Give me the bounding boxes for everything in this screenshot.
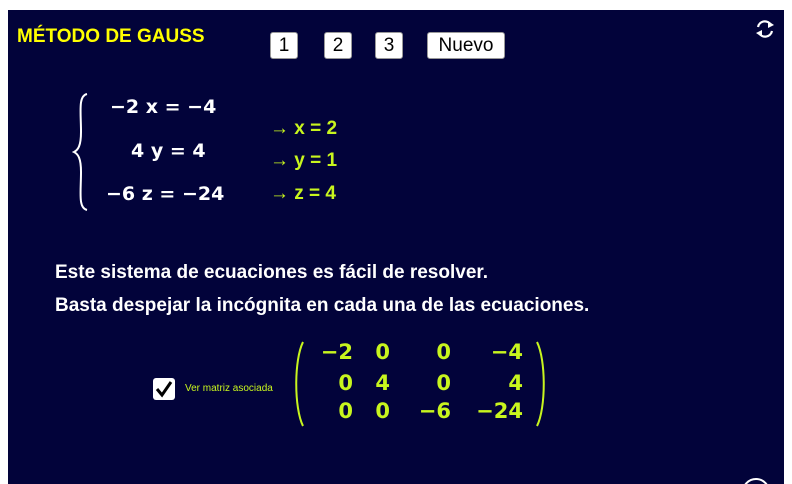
matrix-checkbox[interactable]: [153, 378, 175, 400]
matrix-cell: −6: [418, 399, 451, 423]
equation-3: −6 z = −24: [106, 183, 225, 205]
refresh-icon[interactable]: [754, 18, 776, 40]
matrix-checkbox-label: Ver matriz asociada: [185, 383, 273, 394]
system-brace: [72, 93, 88, 211]
matrix-cell: 0: [375, 340, 390, 364]
matrix-cell: 4: [508, 371, 523, 395]
new-system-button[interactable]: Nuevo: [427, 32, 505, 59]
matrix-cell: 0: [436, 371, 451, 395]
solution-y: → y = 1: [270, 150, 338, 171]
check-icon: [155, 381, 173, 398]
solution-z: → z = 4: [270, 183, 336, 204]
matrix-cell: 0: [436, 340, 451, 364]
description-line-2: Basta despejar la incógnita en cada una …: [55, 295, 590, 316]
description-line-1: Este sistema de ecuaciones es fácil de r…: [55, 262, 489, 283]
example-1-button[interactable]: 1: [270, 32, 298, 59]
page-title: MÉTODO DE GAUSS: [17, 26, 205, 47]
menu-circle-icon[interactable]: [742, 478, 770, 484]
equation-2: 4 y = 4: [131, 140, 206, 162]
matrix-right-paren: [536, 341, 545, 427]
solution-x: → x = 2: [270, 118, 338, 139]
example-3-button[interactable]: 3: [375, 32, 403, 59]
example-2-button[interactable]: 2: [324, 32, 352, 59]
applet-canvas: MÉTODO DE GAUSS 1 2 3 Nuevo −2 x = −4 4 …: [8, 10, 784, 484]
matrix-cell: −24: [476, 399, 523, 423]
equation-1: −2 x = −4: [110, 96, 217, 118]
matrix-cell: −4: [490, 340, 523, 364]
matrix-cell: 4: [375, 371, 390, 395]
matrix-cell: 0: [375, 399, 390, 423]
